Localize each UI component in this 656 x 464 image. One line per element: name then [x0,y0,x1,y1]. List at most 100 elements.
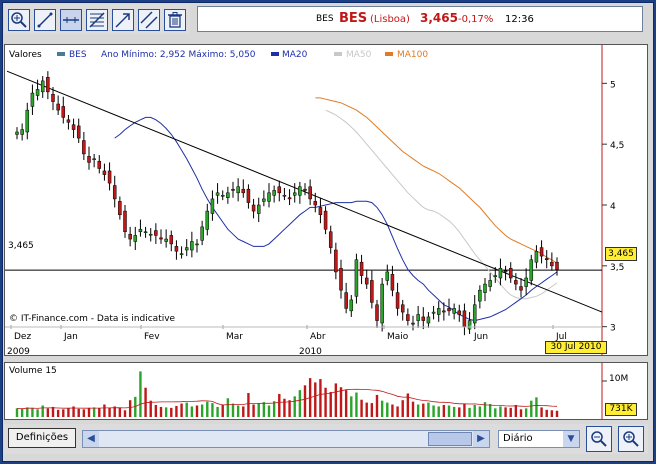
legend-bes-swatch [57,52,65,56]
drawing-toolbar [4,4,190,34]
volume-bar [483,402,487,417]
volume-bar [206,401,209,417]
volume-bar [411,401,415,417]
volume-bar [170,407,173,417]
volume-bar [298,390,302,417]
candle-body [169,235,174,245]
zoom-plus-icon[interactable] [8,9,30,31]
volume-bar [303,385,307,417]
candle-body [138,229,143,233]
candle-body [92,158,96,161]
y-tick-label: 5 [610,80,616,90]
volume-bar [262,402,266,417]
volume-bar [540,407,543,417]
ma20-line [114,116,558,322]
x-tick-label: Jan [64,332,78,342]
volume-bar [494,408,497,417]
volume-bar [365,402,368,417]
volume-bar [288,400,291,417]
candle-body [71,124,76,130]
volume-bar [26,407,29,417]
candle-body [97,160,102,169]
arrow-line-icon[interactable] [112,9,134,31]
change: -0,17% [458,14,494,25]
year-2010: 2010 [299,347,322,357]
candle-body [544,258,549,261]
chevron-down-icon[interactable]: ▼ [563,431,579,447]
candle-body [519,286,523,291]
candle-body [159,237,163,240]
candle-body [205,210,210,230]
volume-bar [416,404,420,417]
candle-body [406,314,410,321]
zoom-in-icon [623,431,639,447]
zoom-out-button[interactable] [586,426,612,452]
scroll-thumb[interactable] [428,432,472,446]
definitions-button[interactable]: Definições [8,428,76,448]
zoom-in-button[interactable] [618,426,644,452]
interval-select[interactable]: Diário ▼ [498,430,580,448]
parallel-lines-icon[interactable] [138,9,160,31]
scroll-left-icon[interactable]: ◀ [83,431,99,447]
volume-bar [82,409,86,417]
candle-body [236,186,240,194]
candle-body [287,197,292,200]
volume-bar [478,406,482,417]
candle-body [493,275,498,278]
volume-average-line [16,388,558,410]
candle-body [123,210,127,233]
volume-bar [242,406,245,417]
volume-bar [509,407,512,417]
volume-bar [139,371,142,417]
candle-body [370,280,374,303]
candle-body [174,246,179,252]
candle-body [323,210,328,230]
candle-body [272,190,276,196]
candle-body [472,304,477,324]
candle-body [426,316,431,324]
candle-body [364,277,369,285]
volume-bar [46,408,50,417]
volume-bar [216,406,219,417]
legend-ma20: MA20 [282,50,308,60]
candle-body [190,241,194,251]
price: 3,465 [420,11,458,25]
volume-panel[interactable] [4,362,648,420]
candle-body [112,185,117,200]
fibonacci-icon[interactable] [86,9,108,31]
legend-valores: Valores [9,50,42,60]
volume-bar [149,400,152,417]
price-chart-panel[interactable]: 5 4,5 4 3,5 3 [4,44,648,356]
volume-bar [231,403,235,417]
volume-bar [175,405,178,417]
candle-body [292,192,297,196]
candle-body [539,247,544,257]
legend-ma50: MA50 [346,50,372,60]
candle-body [262,198,266,202]
bottom-toolbar: Definições ◀ ▶ Diário ▼ [4,424,648,454]
candle-body [76,125,81,139]
volume-bar [314,382,317,417]
volume-bar [386,402,389,417]
volume-bar [272,401,276,417]
candle-body [503,270,508,273]
volume-bar [432,405,435,417]
x-tick-label: Fev [144,332,160,342]
candle-body [246,188,251,203]
time-scrollbar[interactable]: ◀ ▶ [82,430,490,448]
horizontal-line-icon[interactable] [60,9,82,31]
volume-bar [236,405,240,417]
candle-body [148,233,153,236]
candle-body [267,192,271,202]
quote-header: BES BES (Lisboa) 3,465 -0,17% 12:36 [197,6,643,32]
trash-icon[interactable] [164,9,186,31]
volume-bar [401,400,404,417]
draw-line-icon[interactable] [34,9,56,31]
scroll-right-icon[interactable]: ▶ [473,431,489,447]
legend-bes: BES [69,50,87,60]
volume-bar [154,405,158,417]
candle-body [282,195,287,197]
volume-bar [15,408,19,417]
candle-body [107,170,112,184]
date-label: 30 Jul 2010 [545,341,607,354]
